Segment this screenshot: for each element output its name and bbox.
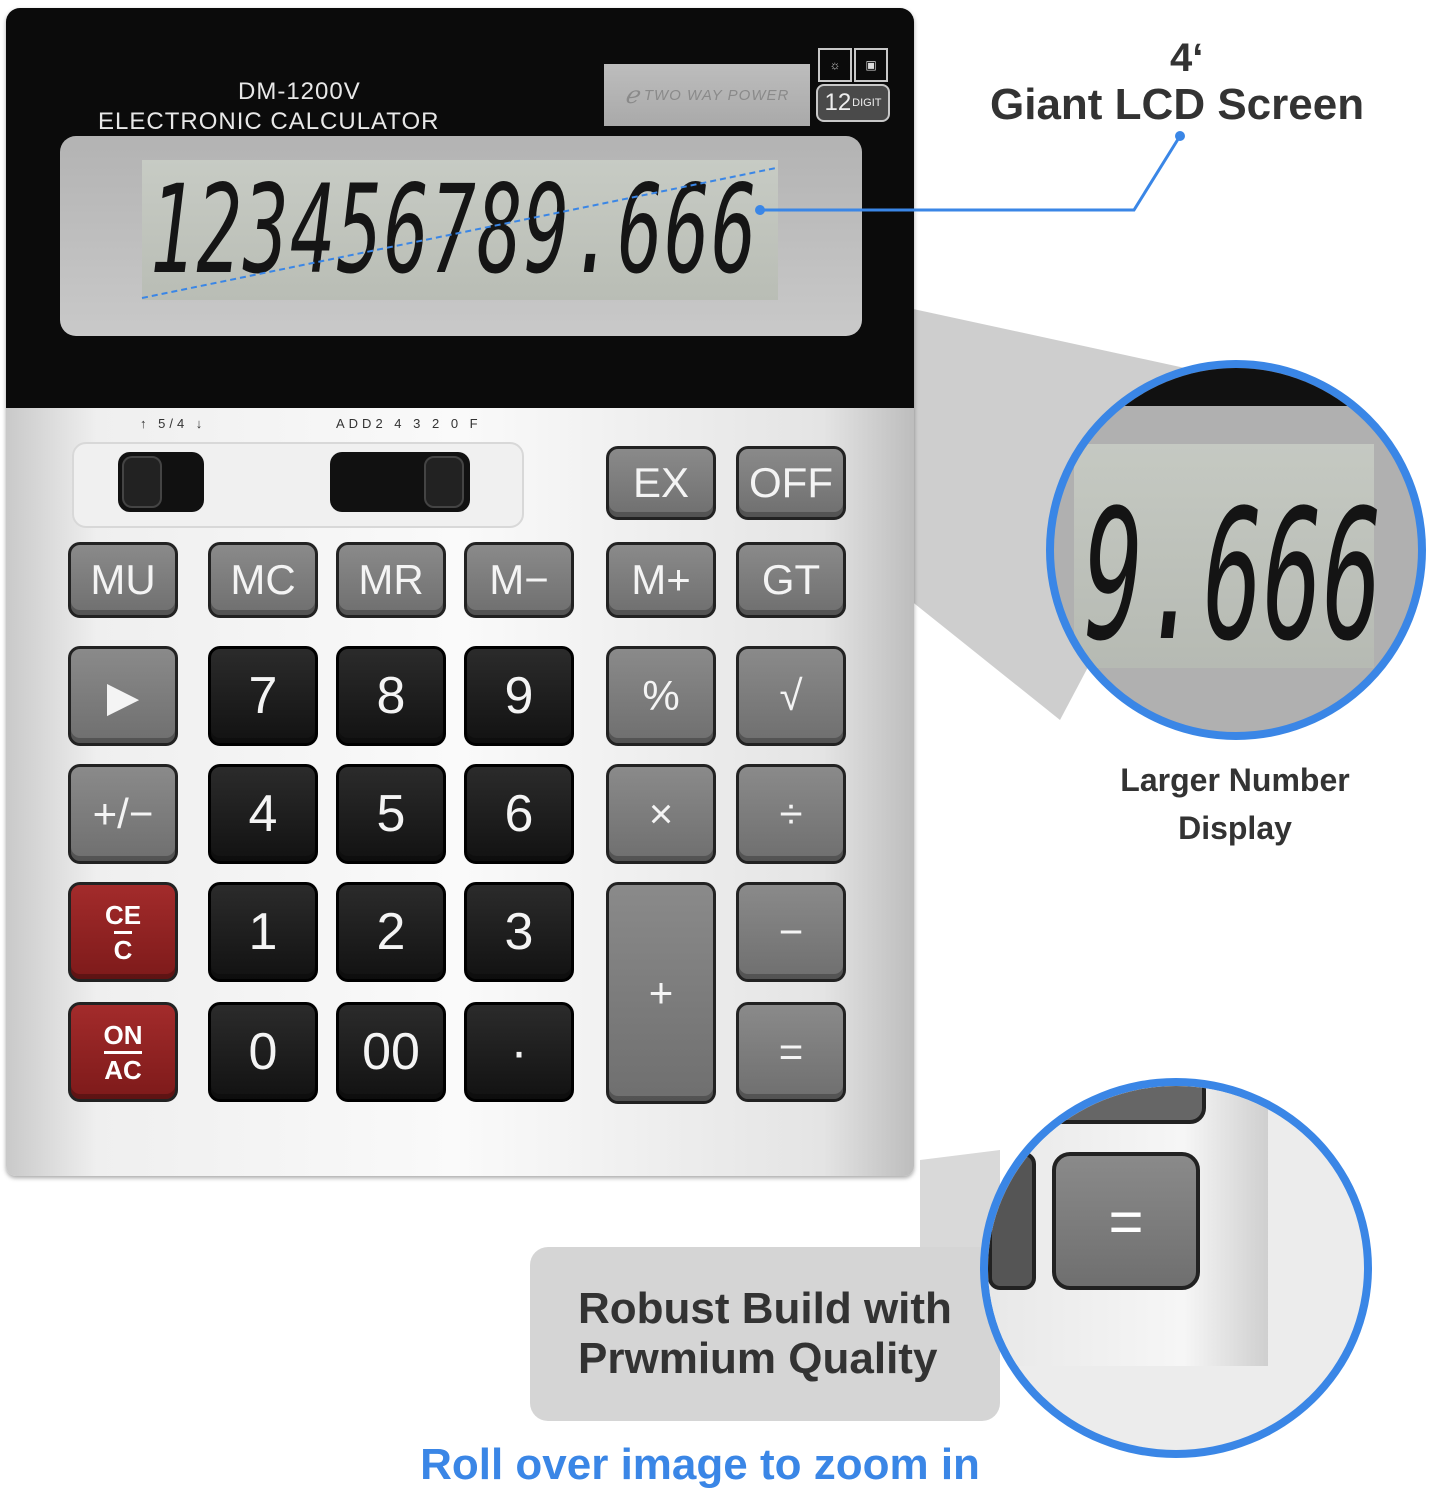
key-label: 00: [362, 1023, 420, 1081]
key-[interactable]: √: [736, 646, 846, 746]
key-ex[interactable]: EX: [606, 446, 716, 520]
zoom-lcd: 9.666: [1074, 444, 1382, 681]
measure-lines: [141, 131, 1185, 299]
key-[interactable]: −: [736, 882, 846, 982]
zoom-key-partial: [988, 1152, 1036, 1290]
build-quality-text: Robust Build with Prwmium Quality: [578, 1284, 952, 1384]
key-[interactable]: ÷: [736, 764, 846, 864]
key-label-bottom: C: [113, 930, 133, 963]
key-label: 1: [248, 903, 278, 961]
key-[interactable]: ▶: [68, 646, 178, 746]
key-7[interactable]: 7: [208, 646, 318, 746]
build-line-2: Prwmium Quality: [578, 1334, 938, 1383]
key-label: +/−: [92, 790, 154, 837]
lcd-diagonal-line: [141, 167, 777, 299]
key-[interactable]: +/−: [68, 764, 178, 864]
key-label: %: [642, 672, 680, 719]
key-m[interactable]: M+: [606, 542, 716, 618]
key-label: √: [779, 672, 803, 719]
callout-dot: [755, 205, 765, 215]
key-label: ·: [510, 1023, 528, 1081]
build-line-1: Robust Build with: [578, 1284, 952, 1333]
caption-line-2: Display: [1178, 810, 1292, 846]
key-label: 3: [504, 903, 534, 961]
key-label: 5: [376, 785, 406, 843]
zoom-lcd-digits: 9.666: [1084, 472, 1383, 681]
key-3[interactable]: 3: [464, 882, 574, 982]
key-label: MU: [90, 556, 156, 603]
key-mr[interactable]: MR: [336, 542, 446, 618]
key-label: 8: [376, 667, 406, 725]
zoom-bezel: [1054, 368, 1418, 406]
key-label: EX: [632, 459, 690, 506]
callout-dot: [1175, 131, 1185, 141]
key-label: =: [778, 1028, 804, 1075]
key-[interactable]: %: [606, 646, 716, 746]
key-label: M−: [489, 556, 549, 603]
key-label-top: CE: [104, 899, 142, 930]
larger-number-caption: Larger Number Display: [1070, 756, 1400, 852]
key-00[interactable]: 00: [336, 1002, 446, 1102]
key-label: +: [648, 969, 674, 1016]
key-[interactable]: +: [606, 882, 716, 1104]
lcd-feature-title: Giant LCD Screen: [990, 80, 1365, 129]
key-[interactable]: ×: [606, 764, 716, 864]
key-label: ÷: [779, 790, 803, 837]
key-off[interactable]: OFF: [736, 446, 846, 520]
display-zoom-circle: 9.666: [1046, 360, 1426, 740]
key-label: OFF: [749, 459, 833, 506]
key-label: M+: [631, 556, 691, 603]
key-on-ac[interactable]: ON AC: [68, 1002, 178, 1102]
decimal-switch-label: ADD2 4 3 2 0 F: [336, 416, 482, 431]
key-2[interactable]: 2: [336, 882, 446, 982]
key-mc[interactable]: MC: [208, 542, 318, 618]
key-label-top: ON: [103, 1019, 143, 1050]
key-label: 7: [248, 667, 278, 725]
key-label: MR: [358, 556, 424, 603]
key-ce-c[interactable]: CE C: [68, 882, 178, 982]
key-gt[interactable]: GT: [736, 542, 846, 618]
key-label: MC: [230, 556, 296, 603]
key-label: ×: [648, 790, 674, 837]
key-[interactable]: ·: [464, 1002, 574, 1102]
lcd-callout-line: [760, 135, 1182, 212]
decimal-switch[interactable]: [330, 452, 470, 512]
key-mu[interactable]: MU: [68, 542, 178, 618]
key-label: 4: [248, 785, 278, 843]
switch-knob[interactable]: [424, 456, 464, 508]
key-9[interactable]: 9: [464, 646, 574, 746]
key-zoom-circle: =: [980, 1078, 1372, 1458]
key-0[interactable]: 0: [208, 1002, 318, 1102]
rounding-switch[interactable]: [118, 452, 204, 512]
key-1[interactable]: 1: [208, 882, 318, 982]
key-label: 6: [504, 785, 534, 843]
key-m[interactable]: M−: [464, 542, 574, 618]
lcd-size-label: 4‘: [1170, 36, 1204, 80]
key-label: 9: [504, 667, 534, 725]
key-6[interactable]: 6: [464, 764, 574, 864]
key-[interactable]: =: [736, 1002, 846, 1102]
key-8[interactable]: 8: [336, 646, 446, 746]
key-label: −: [778, 908, 804, 955]
rollover-hint[interactable]: Roll over image to zoom in: [0, 1440, 1400, 1490]
key-label: GT: [761, 556, 821, 603]
switch-knob[interactable]: [122, 456, 162, 508]
key-5[interactable]: 5: [336, 764, 446, 864]
key-label: 0: [248, 1023, 278, 1081]
rounding-switch-label: ↑ 5/4 ↓: [140, 416, 207, 431]
caption-line-1: Larger Number: [1120, 762, 1350, 798]
key-4[interactable]: 4: [208, 764, 318, 864]
key-label: ▶: [106, 672, 140, 720]
zoom-equals-key: =: [1052, 1152, 1200, 1290]
key-label-bottom: AC: [104, 1050, 142, 1083]
key-label: 2: [376, 903, 406, 961]
